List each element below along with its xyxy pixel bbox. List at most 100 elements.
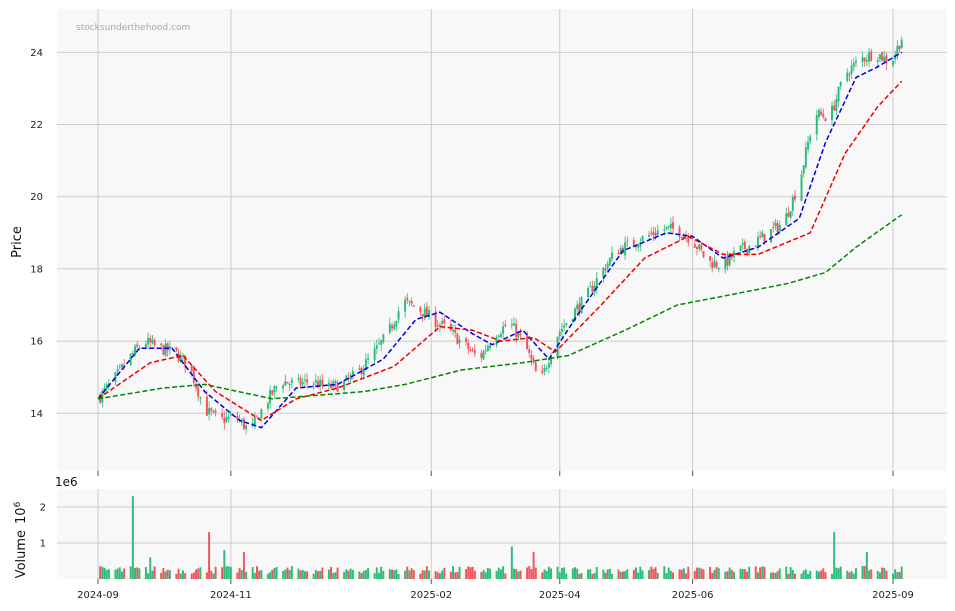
volume-bar: [177, 568, 180, 579]
candle-body: [456, 333, 459, 345]
volume-bar: [382, 570, 385, 579]
volume-bar: [149, 557, 152, 579]
candle-body: [412, 305, 415, 307]
volume-bar: [438, 573, 441, 579]
candle-body: [802, 165, 805, 174]
volume-bar: [303, 571, 306, 579]
candle-body: [528, 349, 531, 354]
candle-body: [835, 99, 838, 111]
candle-body: [892, 60, 894, 66]
volume-bar: [179, 573, 182, 579]
volume-bar: [894, 569, 897, 579]
candle-body: [482, 350, 485, 360]
volume-bar: [138, 568, 141, 579]
candle-body: [865, 60, 868, 62]
volume-bar: [632, 569, 635, 579]
volume-bar: [482, 570, 485, 579]
volume-bar: [421, 570, 424, 579]
volume-bar: [388, 569, 391, 579]
candle-body: [269, 389, 272, 404]
volume-bar: [648, 570, 651, 579]
candle-body: [820, 111, 823, 115]
volume-bar: [807, 574, 810, 579]
candle-body: [809, 136, 812, 142]
volume-y-axis: 12: [40, 503, 46, 550]
candle-body: [393, 324, 396, 330]
candle-body: [391, 325, 394, 329]
volume-bar: [469, 567, 472, 579]
candle-body: [804, 147, 807, 168]
candle-body: [168, 346, 171, 350]
volume-bar: [317, 571, 319, 579]
volume-bar: [271, 569, 274, 579]
candle-body: [499, 333, 502, 338]
volume-bar: [802, 570, 805, 579]
candle-body: [284, 381, 287, 386]
volume-bar: [260, 570, 263, 579]
volume-bar: [489, 568, 492, 579]
candle-body: [626, 240, 629, 242]
volume-bar: [184, 573, 187, 579]
volume-bar: [242, 552, 245, 579]
candle-body: [700, 245, 703, 250]
candle-body: [648, 234, 651, 237]
volume-bar: [619, 571, 622, 579]
volume-bar: [397, 574, 400, 579]
volume-bar: [789, 567, 792, 579]
volume-bar: [558, 572, 561, 579]
candle-body: [288, 383, 291, 386]
volume-bar: [695, 567, 698, 579]
candle-body: [486, 346, 489, 352]
candle-body: [314, 380, 317, 383]
candle-body: [454, 329, 457, 333]
volume-bar: [153, 566, 156, 579]
volume-bar: [550, 568, 553, 579]
volume-bar: [900, 566, 903, 579]
volume-bar: [360, 573, 363, 579]
volume-bar: [195, 569, 197, 579]
volume-bar: [238, 568, 241, 579]
candle-body: [817, 109, 820, 118]
volume-bar: [715, 567, 718, 579]
volume-bar: [824, 572, 827, 579]
x-tick-label: 2024-09: [77, 590, 119, 601]
volume-bar: [776, 571, 779, 579]
volume-bar: [672, 572, 674, 579]
volume-bar: [367, 567, 370, 579]
candle-body: [515, 324, 518, 338]
volume-bar: [227, 566, 230, 579]
candle-body: [534, 362, 537, 372]
volume-bar: [99, 566, 102, 579]
candle-body: [652, 231, 655, 236]
volume-bar: [687, 566, 690, 579]
volume-bar: [739, 568, 742, 579]
volume-bar: [465, 569, 468, 579]
candle-body: [606, 263, 609, 269]
volume-bar: [565, 573, 568, 579]
candle-body: [580, 297, 583, 314]
candle-body: [693, 244, 696, 248]
candle-body: [578, 303, 581, 312]
volume-bar: [815, 570, 818, 579]
volume-bar: [160, 572, 163, 579]
candle-body: [687, 236, 690, 243]
volume-bar: [131, 496, 134, 579]
volume-bar: [136, 567, 139, 579]
candle-body: [815, 115, 818, 135]
candle-body: [776, 223, 779, 233]
volume-bar: [534, 567, 537, 579]
volume-bar: [336, 567, 339, 579]
volume-bar: [678, 569, 681, 579]
volume-bar: [656, 572, 659, 579]
volume-bar: [458, 566, 461, 579]
volume-bar: [817, 571, 820, 579]
volume-bar: [454, 572, 457, 579]
candle-body: [266, 403, 269, 409]
volume-bar: [495, 570, 498, 579]
volume-bar: [794, 573, 796, 579]
candle-body: [129, 353, 132, 365]
candle-body: [543, 367, 546, 372]
candle-body: [441, 320, 444, 324]
candle-body: [134, 346, 137, 356]
volume-bar: [497, 567, 500, 579]
